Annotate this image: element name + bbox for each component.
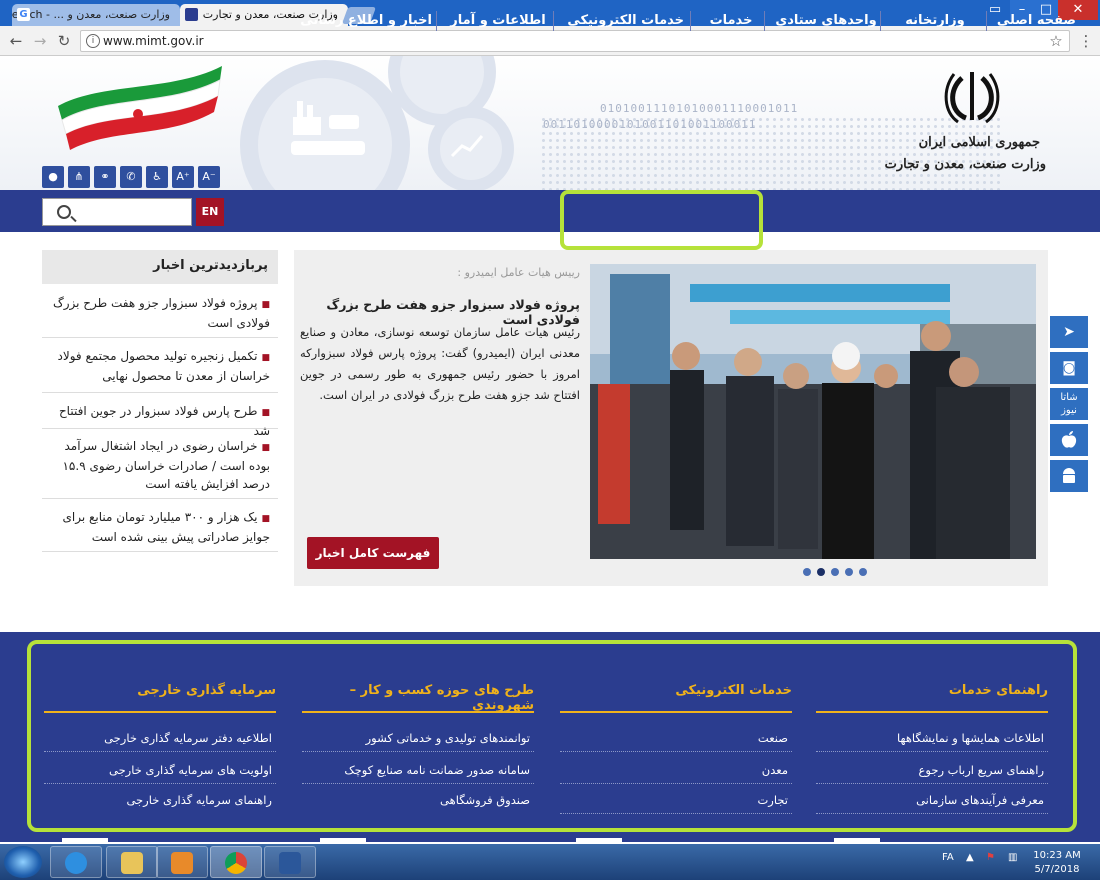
government-name: جمهوری اسلامی ایران xyxy=(918,135,1040,150)
full-news-list-button[interactable]: فهرست کامل اخبار xyxy=(307,537,439,569)
nav-news[interactable]: اخبار و اطلاع رسانی xyxy=(300,0,432,42)
binary-decoration-text: 01010011101010001110001011 xyxy=(600,102,799,115)
iran-flag-logo xyxy=(58,66,222,150)
android-icon[interactable] xyxy=(1050,460,1088,492)
footer-link[interactable]: اولویت های سرمایه گذاری خارجی xyxy=(44,756,276,784)
nav-separator xyxy=(690,11,691,31)
footer-link[interactable]: راهنمای سرمایه گذاری خارجی xyxy=(44,786,276,814)
site-favicon-icon xyxy=(185,8,198,21)
news-list-item[interactable]: ■تکمیل زنجیره تولید محصول مجتمع فولاد خر… xyxy=(42,338,278,393)
nav-separator xyxy=(880,11,881,31)
slide-dot[interactable] xyxy=(803,568,811,576)
footer-business-plans-title: طرح های حوزه کسب و کار – شهروندی xyxy=(302,683,534,713)
tab-title: وزارت صنعت، معدن و ... - earch xyxy=(12,8,170,21)
highlight-annotation xyxy=(560,190,763,250)
telegram-icon[interactable]: ➤ xyxy=(1050,316,1088,348)
nav-statistics[interactable]: اطلاعات و آمار xyxy=(450,0,546,42)
folder-icon xyxy=(121,852,143,874)
windows-start-button[interactable] xyxy=(4,846,42,878)
forward-arrow-icon[interactable]: → xyxy=(30,31,50,51)
shatanews-icon[interactable]: شاتا نیوز xyxy=(1050,388,1088,420)
phone-icon[interactable]: ✆ xyxy=(120,166,142,188)
chart-trend-icon xyxy=(450,135,484,158)
file-explorer-taskbar-button[interactable] xyxy=(106,846,158,878)
reload-icon[interactable]: ↻ xyxy=(54,31,74,51)
footer-foreign-investment-title: سرمایه گذاری خارجی xyxy=(44,683,276,713)
media-player-taskbar-button[interactable] xyxy=(156,846,208,878)
media-player-icon xyxy=(171,852,193,874)
link-icon[interactable]: ⚭ xyxy=(94,166,116,188)
clock-time[interactable]: 10:23 AM xyxy=(1030,850,1084,861)
footer-link[interactable]: اطلاعیه دفتر سرمایه گذاری خارجی xyxy=(44,724,276,752)
info-icon[interactable]: i xyxy=(86,34,100,48)
news-summary: رئیس هیات عامل سازمان توسعه نوسازی، معاد… xyxy=(300,325,580,402)
news-list-item[interactable]: ■پروژه فولاد سبزوار جزو هفت طرح بزرگ فول… xyxy=(42,286,278,338)
slide-dot[interactable] xyxy=(845,568,853,576)
slide-dot[interactable] xyxy=(859,568,867,576)
footer-link[interactable]: تجارت xyxy=(560,786,792,814)
ministry-name: وزارت صنعت، معدن و تجارت xyxy=(884,157,1046,172)
word-icon xyxy=(279,852,301,874)
show-hidden-icons-icon[interactable]: ▲ xyxy=(966,852,974,863)
nav-home[interactable]: صفحه اصلی xyxy=(997,0,1076,42)
action-center-flag-icon[interactable]: ⚑ xyxy=(986,852,995,863)
nav-ministry[interactable]: وزارتخانه xyxy=(894,0,976,42)
android-shape xyxy=(1063,468,1075,483)
internet-explorer-icon xyxy=(65,852,87,874)
footer-link[interactable]: صنعت xyxy=(560,724,792,752)
nav-staff-units[interactable]: واحدهای ستادی xyxy=(774,0,878,42)
search-icon[interactable] xyxy=(57,205,71,219)
binary-decoration-text: 0011010000101001101001100011 xyxy=(543,118,757,131)
news-kicker: رییس هیات عامل ایمیدرو : xyxy=(457,266,580,279)
menu-kebab-icon[interactable]: ⋮ xyxy=(1076,31,1096,51)
footer-link[interactable]: صندوق فروشگاهی xyxy=(302,786,534,814)
chrome-taskbar-button[interactable] xyxy=(210,846,262,878)
slide-dot[interactable] xyxy=(831,568,839,576)
nav-separator xyxy=(764,11,765,31)
chrome-icon xyxy=(225,852,247,874)
slide-dot-active[interactable] xyxy=(817,568,825,576)
nav-services[interactable]: خدمات xyxy=(700,0,762,42)
footer-services-guide-title: راهنمای خدمات xyxy=(816,683,1048,713)
google-icon: G xyxy=(17,8,30,21)
apple-shape xyxy=(1061,431,1077,448)
most-viewed-title: پربازدیدترین اخبار xyxy=(42,250,278,284)
english-language-button[interactable]: EN xyxy=(196,198,224,226)
nav-separator xyxy=(436,11,437,31)
footer-link[interactable]: معدن xyxy=(560,756,792,784)
word-taskbar-button[interactable] xyxy=(264,846,316,878)
government-emblem-icon xyxy=(944,72,1000,124)
back-arrow-icon[interactable]: ← xyxy=(6,31,26,51)
apple-icon[interactable] xyxy=(1050,424,1088,456)
clock-date[interactable]: 5/7/2018 xyxy=(1030,864,1084,875)
footer-link[interactable]: معرفی فرآیندهای سازمانی xyxy=(816,786,1048,814)
footer-link[interactable]: اطلاعات همایشها و نمایشگاهها xyxy=(816,724,1048,752)
news-list-item[interactable]: ■خراسان رضوی در ایجاد اشتغال سرآمد بوده … xyxy=(42,429,278,499)
footer-link[interactable]: سامانه صدور ضمانت نامه صنایع کوچک xyxy=(302,756,534,784)
sitemap-icon[interactable]: ⋔ xyxy=(68,166,90,188)
font-increase-icon[interactable]: A⁺ xyxy=(172,166,194,188)
footer-e-services-title: خدمات الکترونیکی xyxy=(560,683,792,713)
network-icon[interactable]: ▥ xyxy=(1008,852,1017,863)
search-input[interactable] xyxy=(42,198,192,226)
browser-tab-search[interactable]: G وزارت صنعت، معدن و ... - earch xyxy=(12,4,180,26)
news-slide-photo[interactable] xyxy=(590,264,1036,559)
font-decrease-icon[interactable]: A⁻ xyxy=(198,166,220,188)
user-icon[interactable]: ● xyxy=(42,166,64,188)
news-list-item[interactable]: ■یک هزار و ۳۰۰ میلیارد تومان منابع برای … xyxy=(42,499,278,552)
url-text: www.mimt.gov.ir xyxy=(103,34,204,48)
internet-explorer-taskbar-button[interactable] xyxy=(50,846,102,878)
nav-separator xyxy=(986,11,987,31)
officials-photo xyxy=(590,264,1036,559)
accessibility-icon[interactable]: ♿ xyxy=(146,166,168,188)
factory-icon xyxy=(291,101,365,155)
news-list-item[interactable]: ■طرح پارس فولاد سبزوار در جوین افتتاح شد xyxy=(42,393,278,438)
nav-e-services[interactable]: خدمات الکترونیکی xyxy=(567,0,684,42)
footer-link[interactable]: راهنمای سریع ارباب رجوع xyxy=(816,756,1048,784)
footer-link[interactable]: توانمندهای تولیدی و خدماتی کشور xyxy=(302,724,534,752)
input-language-indicator[interactable]: FA xyxy=(942,852,954,863)
instagram-icon[interactable]: ◙ xyxy=(1050,352,1088,384)
nav-separator xyxy=(553,11,554,31)
